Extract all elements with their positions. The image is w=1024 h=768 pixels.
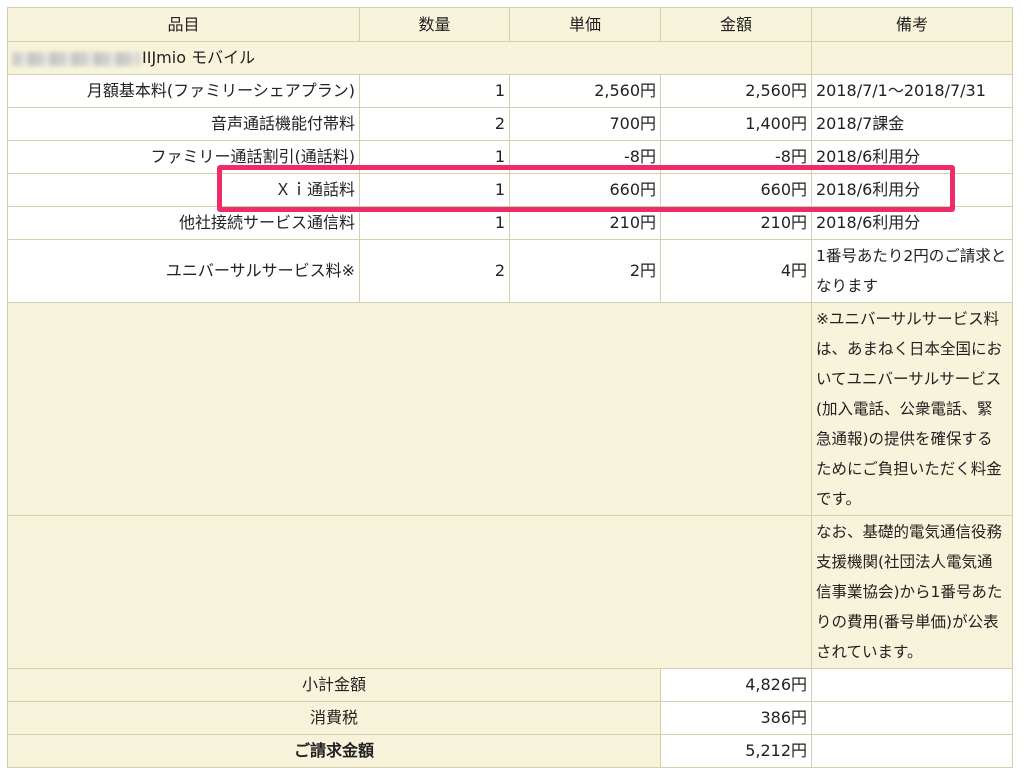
table-row: ファミリー通話割引(通話料) 1 -8円 -8円 2018/6利用分: [7, 140, 1013, 174]
service-title-row: IIJmio モバイル: [7, 41, 1013, 75]
note-row-support: なお、基礎的電気通信役務支援機関(社団法人電気通信事業協会)から1番号あたりの費…: [7, 515, 1013, 669]
table-header-row: 品目 数量 単価 金額 備考: [7, 7, 1013, 42]
row-item: 他社接続サービス通信料: [7, 206, 360, 240]
row-note: 2018/7/1〜2018/7/31: [811, 74, 1013, 108]
row-amount: 1,400円: [660, 107, 812, 141]
note-row-universal: ※ユニバーサルサービス料は、あまねく日本全国においてユニバーサルサービス(加入電…: [7, 302, 1013, 516]
row-amount: 660円: [660, 173, 812, 207]
row-note: 2018/6利用分: [811, 206, 1013, 240]
header-note: 備考: [811, 7, 1013, 42]
row-unit-price: 2,560円: [509, 74, 661, 108]
row-item: 音声通話機能付帯料: [7, 107, 360, 141]
row-item: ユニバーサルサービス料※: [7, 239, 360, 303]
row-note: 2018/6利用分: [811, 140, 1013, 174]
tax-value: 386円: [660, 701, 812, 735]
note-spacer: [7, 302, 812, 516]
row-unit-price: 660円: [509, 173, 661, 207]
billing-table: 品目 数量 単価 金額 備考 IIJmio モバイル 月額基本料(ファミリーシェ…: [7, 7, 1013, 768]
service-title-note: [811, 41, 1013, 75]
row-amount: 4円: [660, 239, 812, 303]
row-amount: -8円: [660, 140, 812, 174]
note-universal-service: ※ユニバーサルサービス料は、あまねく日本全国においてユニバーサルサービス(加入電…: [811, 302, 1013, 516]
note-support-org: なお、基礎的電気通信役務支援機関(社団法人電気通信事業協会)から1番号あたりの費…: [811, 515, 1013, 669]
note-spacer: [7, 515, 812, 669]
header-item: 品目: [7, 7, 360, 42]
total-value: 5,212円: [660, 734, 812, 768]
total-label: ご請求金額: [7, 734, 661, 768]
row-unit-price: 210円: [509, 206, 661, 240]
row-item: 月額基本料(ファミリーシェアプラン): [7, 74, 360, 108]
subtotal-note: [811, 668, 1013, 702]
subtotal-value: 4,826円: [660, 668, 812, 702]
tax-note: [811, 701, 1013, 735]
row-qty: 1: [359, 206, 510, 240]
row-qty: 2: [359, 107, 510, 141]
row-qty: 1: [359, 140, 510, 174]
total-note: [811, 734, 1013, 768]
subtotal-label: 小計金額: [7, 668, 661, 702]
row-amount: 210円: [660, 206, 812, 240]
table-row-highlighted: Ｘｉ通話料 1 660円 660円 2018/6利用分: [7, 173, 1013, 207]
header-qty: 数量: [359, 7, 510, 42]
row-unit-price: 700円: [509, 107, 661, 141]
table-row: 音声通話機能付帯料 2 700円 1,400円 2018/7課金: [7, 107, 1013, 141]
table-row: 月額基本料(ファミリーシェアプラン) 1 2,560円 2,560円 2018/…: [7, 74, 1013, 108]
service-title: IIJmio モバイル: [142, 48, 256, 67]
header-amount: 金額: [660, 7, 812, 42]
row-unit-price: -8円: [509, 140, 661, 174]
row-qty: 2: [359, 239, 510, 303]
header-unit-price: 単価: [509, 7, 661, 42]
row-qty: 1: [359, 173, 510, 207]
row-item: Ｘｉ通話料: [7, 173, 360, 207]
summary-row-tax: 消費税 386円: [7, 701, 1013, 735]
summary-row-subtotal: 小計金額 4,826円: [7, 668, 1013, 702]
redacted-account-id: [12, 51, 140, 66]
service-title-cell: IIJmio モバイル: [7, 41, 812, 75]
row-item: ファミリー通話割引(通話料): [7, 140, 360, 174]
row-note: 1番号あたり2円のご請求となります: [811, 239, 1013, 303]
summary-row-total: ご請求金額 5,212円: [7, 734, 1013, 768]
table-row: ユニバーサルサービス料※ 2 2円 4円 1番号あたり2円のご請求となります: [7, 239, 1013, 303]
row-note: 2018/7課金: [811, 107, 1013, 141]
row-unit-price: 2円: [509, 239, 661, 303]
row-amount: 2,560円: [660, 74, 812, 108]
tax-label: 消費税: [7, 701, 661, 735]
row-note: 2018/6利用分: [811, 173, 1013, 207]
row-qty: 1: [359, 74, 510, 108]
table-row: 他社接続サービス通信料 1 210円 210円 2018/6利用分: [7, 206, 1013, 240]
